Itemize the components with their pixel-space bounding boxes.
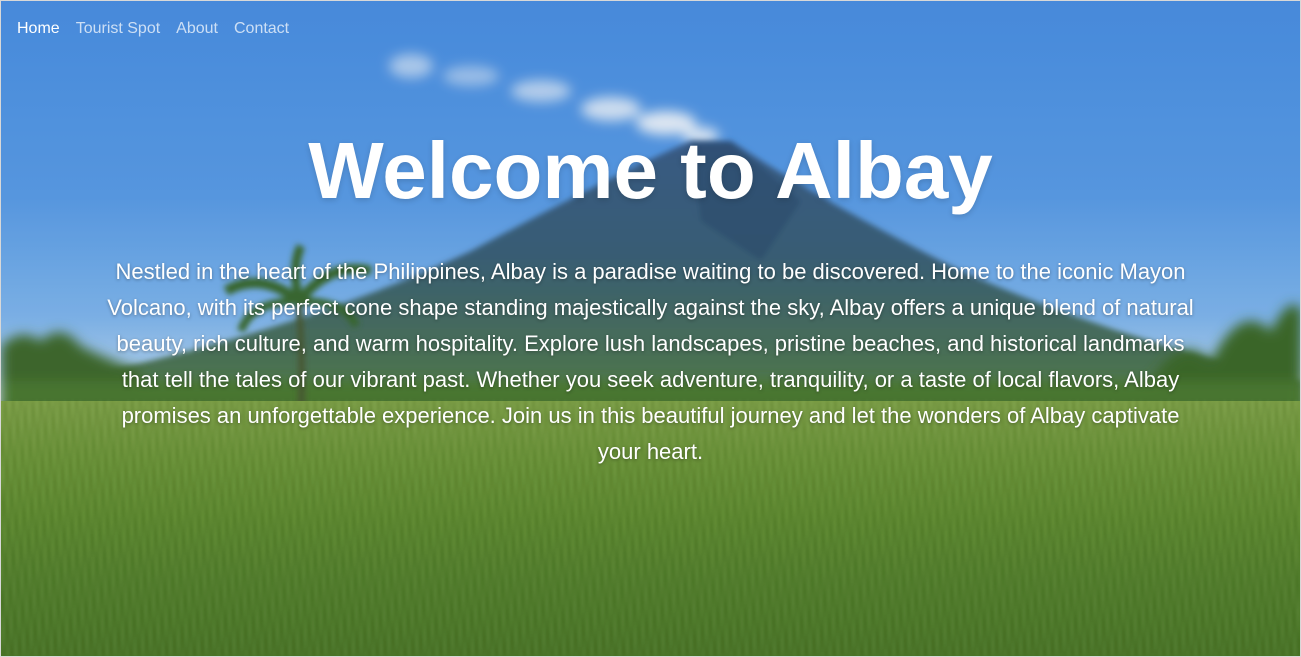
nav-home-link[interactable]: Home xyxy=(17,19,60,39)
hero-section: Home Tourist Spot About Contact Welcome … xyxy=(0,0,1301,657)
hero-content: Welcome to Albay Nestled in the heart of… xyxy=(1,121,1300,470)
nav-about-link[interactable]: About xyxy=(176,19,218,39)
nav-tourist-spot-link[interactable]: Tourist Spot xyxy=(76,19,160,39)
hero-description: Nestled in the heart of the Philippines,… xyxy=(107,259,1194,464)
nav-contact-link[interactable]: Contact xyxy=(234,19,289,39)
page-title: Welcome to Albay xyxy=(308,126,993,215)
main-nav: Home Tourist Spot About Contact xyxy=(17,19,305,39)
